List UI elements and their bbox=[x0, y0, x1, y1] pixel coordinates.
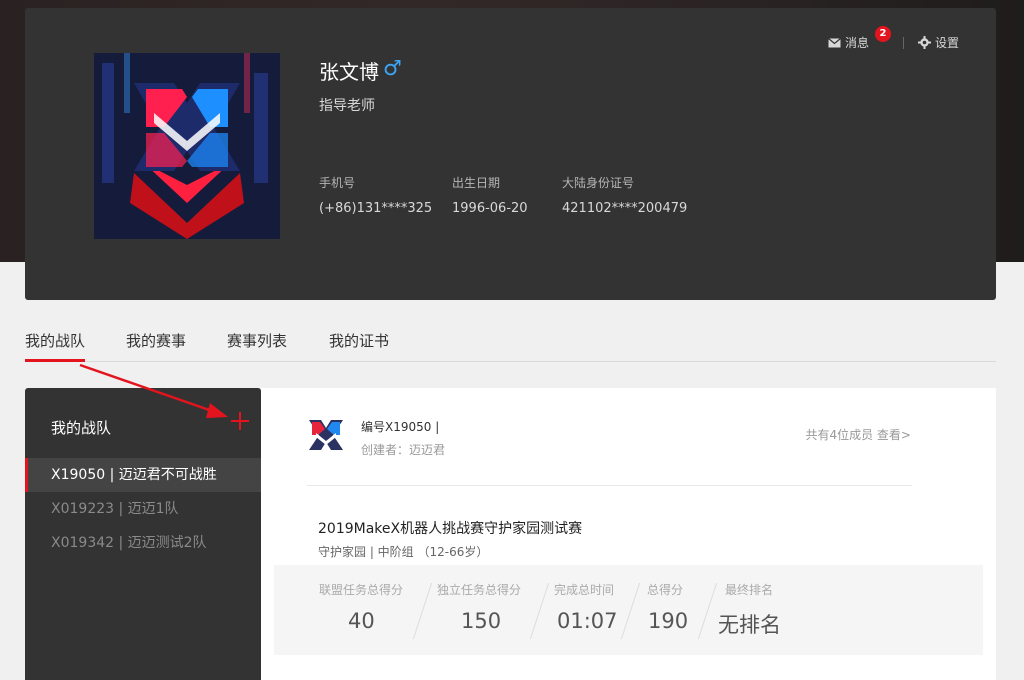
stat-final-rank: 最终排名 无排名 bbox=[718, 565, 798, 655]
match-stats: 联盟任务总得分 40 独立任务总得分 150 完成总时间 01:07 总得分 1… bbox=[274, 565, 983, 655]
team-number: 编号X19050 | bbox=[361, 420, 440, 434]
sidebar-item-team[interactable]: X019342 | 迈迈测试2队 bbox=[25, 526, 261, 560]
stat-solo-score: 独立任务总得分 150 bbox=[437, 565, 537, 655]
messages-label: 消息 bbox=[844, 36, 869, 50]
tab-my-team[interactable]: 我的战队 bbox=[25, 330, 86, 362]
tab-my-matches[interactable]: 我的赛事 bbox=[126, 330, 186, 361]
gear-icon bbox=[917, 36, 931, 49]
add-team-button[interactable] bbox=[229, 410, 251, 432]
match-title: 2019MakeX机器人挑战赛守护家园测试赛 bbox=[318, 521, 583, 537]
sidebar-title: 我的战队 bbox=[51, 419, 112, 437]
top-actions: 消息 2 设置 bbox=[828, 26, 959, 51]
team-creator: 创建者：迈迈君 bbox=[361, 443, 446, 457]
match-meta: 守护家园 | 中阶组 （12-66岁） bbox=[318, 545, 489, 559]
settings-label: 设置 bbox=[934, 36, 959, 50]
user-name: 张文博 bbox=[319, 60, 379, 84]
male-gender-icon: ♂ bbox=[383, 56, 402, 80]
stat-alliance-score: 联盟任务总得分 40 bbox=[319, 565, 419, 655]
stat-label: 联盟任务总得分 bbox=[319, 583, 404, 597]
team-sidebar: 我的战队 X19050 | 迈迈君不可战胜 X019223 | 迈迈1队 X01… bbox=[25, 388, 261, 680]
stat-value: 150 bbox=[461, 609, 502, 633]
phone-label: 手机号 bbox=[319, 176, 356, 190]
actions-divider bbox=[902, 36, 904, 49]
messages-button[interactable]: 消息 2 bbox=[828, 26, 891, 51]
stat-value: 无排名 bbox=[718, 613, 781, 637]
stat-total-time: 完成总时间 01:07 bbox=[554, 565, 634, 655]
messages-count-badge: 2 bbox=[874, 26, 891, 42]
panel-divider bbox=[307, 485, 912, 486]
stat-value: 01:07 bbox=[557, 609, 618, 633]
stat-value: 40 bbox=[348, 609, 375, 633]
birthdate-label: 出生日期 bbox=[452, 176, 501, 190]
sidebar-item-team[interactable]: X019223 | 迈迈1队 bbox=[25, 492, 261, 526]
stat-label: 最终排名 bbox=[725, 583, 774, 597]
stat-total-score: 总得分 190 bbox=[647, 565, 697, 655]
sidebar-item-team[interactable]: X19050 | 迈迈君不可战胜 bbox=[25, 458, 261, 492]
stat-separator bbox=[697, 583, 718, 639]
envelope-icon bbox=[828, 37, 841, 47]
tab-match-list[interactable]: 赛事列表 bbox=[227, 330, 287, 361]
stat-value: 190 bbox=[648, 609, 689, 633]
phone-value: (+86)131****325 bbox=[319, 201, 433, 216]
tab-my-certificates[interactable]: 我的证书 bbox=[329, 330, 389, 361]
stat-label: 独立任务总得分 bbox=[437, 583, 522, 597]
makex-logo-image bbox=[94, 53, 280, 239]
user-role: 指导老师 bbox=[319, 98, 375, 114]
birthdate-value: 1996-06-20 bbox=[452, 201, 528, 216]
team-detail-panel: 编号X19050 | 创建者：迈迈君 共有4位成员 查看> 2019MakeX机… bbox=[261, 388, 996, 680]
id-number-label: 大陆身份证号 bbox=[562, 176, 635, 190]
profile-card: 张文博 ♂ 指导老师 手机号 (+86)131****325 出生日期 1996… bbox=[25, 8, 996, 300]
user-avatar bbox=[94, 53, 280, 239]
main-tabs: 我的战队 我的赛事 赛事列表 我的证书 bbox=[25, 330, 996, 362]
id-number-value: 421102****200479 bbox=[562, 201, 688, 216]
settings-button[interactable]: 设置 bbox=[917, 34, 959, 51]
stat-label: 总得分 bbox=[647, 583, 684, 597]
view-members-link[interactable]: 共有4位成员 查看> bbox=[805, 426, 911, 443]
team-logo bbox=[309, 420, 343, 450]
stat-label: 完成总时间 bbox=[554, 583, 615, 597]
